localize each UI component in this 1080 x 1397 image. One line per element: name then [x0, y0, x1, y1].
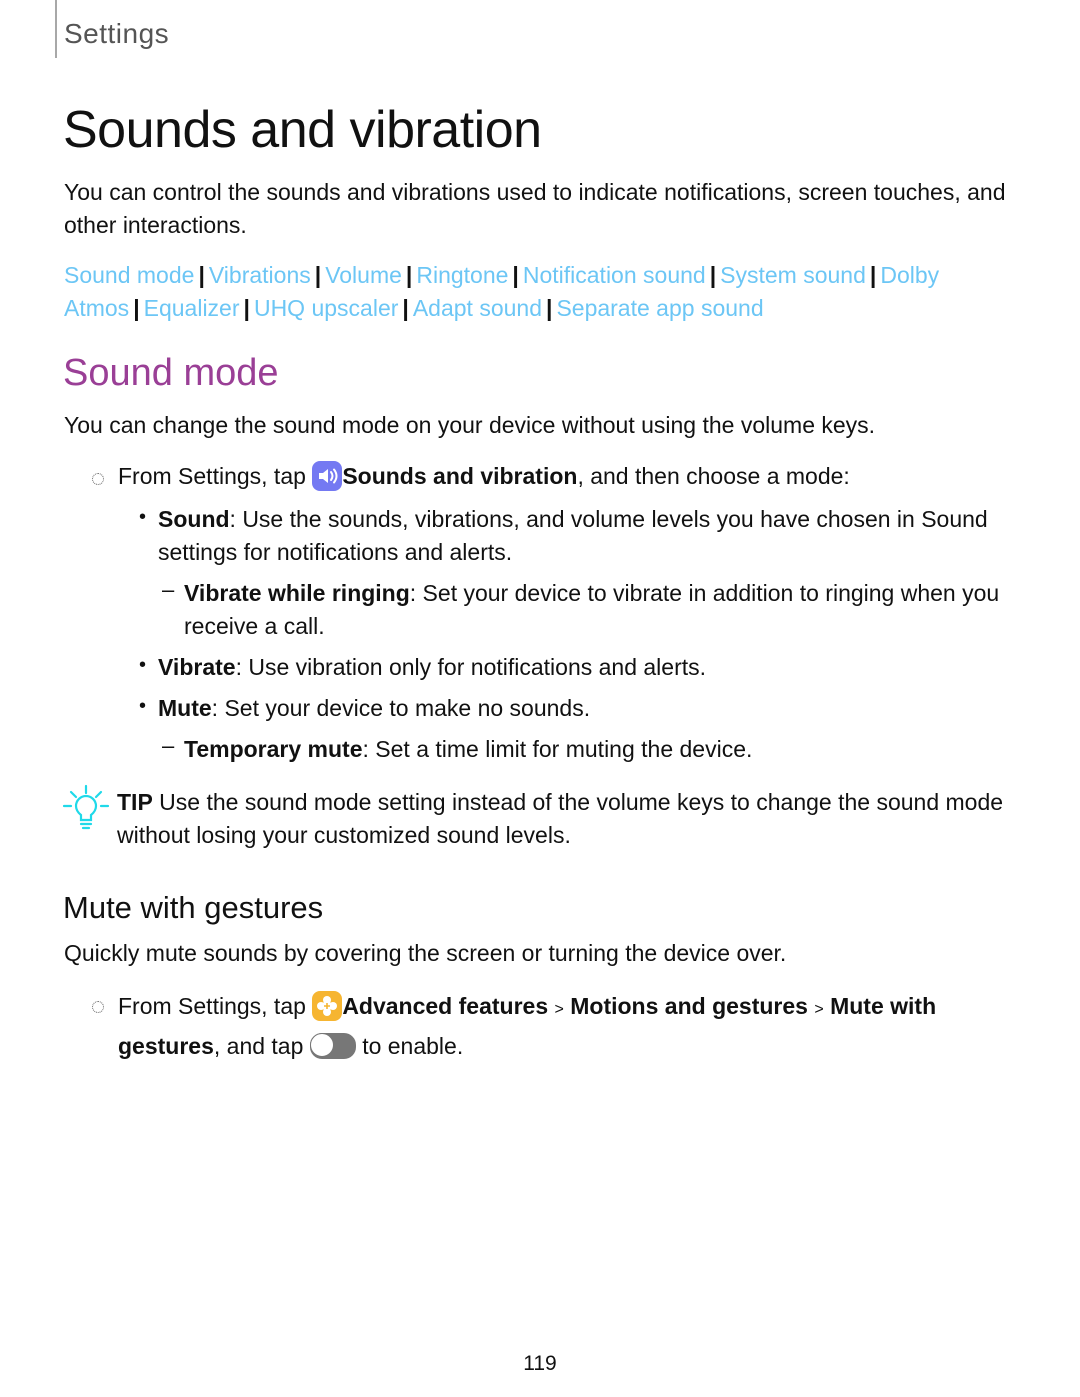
link-volume[interactable]: Volume [325, 262, 402, 288]
section-title-sound-mode: Sound mode [63, 352, 279, 394]
link-uhq-upscaler[interactable]: UHQ upscaler [254, 295, 398, 321]
tip-label: TIP [117, 789, 153, 815]
advanced-features-icon [312, 991, 343, 1021]
sound-mode-step: From Settings, tap Sounds and vibration,… [118, 460, 1018, 493]
tip-text: Use the sound mode setting instead of th… [117, 789, 1004, 848]
step-bullet-icon [92, 1001, 104, 1013]
link-separator: | [869, 262, 877, 288]
link-equalizer[interactable]: Equalizer [144, 295, 240, 321]
mode-text: : Set a time limit for muting the device… [362, 736, 753, 762]
toggle-switch-icon [309, 1033, 356, 1059]
link-separator: | [314, 262, 322, 288]
link-vibrations[interactable]: Vibrations [209, 262, 311, 288]
dash-bullet-icon: – [162, 577, 175, 602]
path-separator: > [814, 1001, 824, 1018]
bullet-icon: • [139, 695, 147, 717]
step-middle: , and tap [213, 1033, 304, 1059]
mode-item-sound: Sound: Use the sounds, vibrations, and v… [158, 503, 988, 569]
step-suffix: to enable. [362, 1033, 464, 1059]
step-prefix: From Settings, tap [118, 993, 306, 1019]
sounds-and-vibration-icon [312, 461, 343, 491]
link-separator: | [405, 262, 413, 288]
link-notification-sound[interactable]: Notification sound [523, 262, 706, 288]
link-separator: | [512, 262, 519, 288]
topic-links: Sound mode | Vibrations | Volume | Ringtone | No… [64, 259, 1024, 325]
toggle-knob [309, 1033, 334, 1057]
path-step-advanced-features: Advanced features [342, 993, 549, 1019]
step-bullet-icon [92, 473, 104, 485]
mode-name: Vibrate [158, 654, 236, 680]
link-system-sound[interactable]: System sound [720, 262, 866, 288]
mode-name: Temporary mute [184, 736, 363, 762]
mode-name: Sound [158, 506, 230, 532]
link-separate-app-sound[interactable]: Separate app sound [556, 295, 763, 321]
link-separator: | [402, 295, 409, 321]
page-title: Sounds and vibration [63, 101, 542, 159]
page-number: 119 [523, 1352, 557, 1375]
link-separator: | [198, 262, 205, 288]
lightbulb-icon [62, 784, 110, 830]
header-divider [55, 0, 57, 58]
link-ringtone[interactable]: Ringtone [416, 262, 508, 288]
link-adapt-sound[interactable]: Adapt sound [413, 295, 542, 321]
mode-item-temporary-mute: Temporary mute: Set a time limit for mut… [184, 733, 1014, 766]
link-separator: | [709, 262, 717, 288]
step-target: Sounds and vibration [342, 463, 578, 489]
mode-text: : Use the sounds, vibrations, and volume… [158, 506, 988, 565]
mode-text: : Use vibration only for notifications a… [235, 654, 707, 680]
mode-name: Vibrate while ringing [184, 580, 410, 606]
dash-bullet-icon: – [162, 733, 175, 758]
section-title-mute-with-gestures: Mute with gestures [63, 890, 324, 925]
mode-text: : Set your device to make no sounds. [211, 695, 591, 721]
mode-item-vibrate: Vibrate: Use vibration only for notifica… [158, 651, 1008, 684]
mute-gestures-description: Quickly mute sounds by covering the scre… [64, 940, 787, 966]
mode-name: Mute [158, 695, 212, 721]
link-separator: | [546, 295, 553, 321]
bullet-icon: • [139, 506, 147, 528]
link-separator: | [243, 295, 250, 321]
bullet-icon: • [139, 654, 147, 676]
link-separator: | [133, 295, 140, 321]
tip-box: TIP Use the sound mode setting instead o… [117, 786, 1017, 852]
sound-mode-description: You can change the sound mode on your de… [64, 412, 876, 438]
intro-paragraph: You can control the sounds and vibration… [64, 179, 1006, 238]
mode-item-vibrate-while-ringing: Vibrate while ringing: Set your device t… [184, 577, 1014, 643]
section-label: Settings [64, 18, 170, 49]
link-sound-mode[interactable]: Sound mode [64, 262, 194, 288]
step-prefix: From Settings, tap [118, 463, 306, 489]
mode-item-mute: Mute: Set your device to make no sounds. [158, 692, 1008, 725]
step-suffix: , and then choose a mode: [577, 463, 850, 489]
mute-gestures-step: From Settings, tap Advanced features > M… [118, 988, 998, 1065]
path-separator: > [554, 1001, 564, 1018]
path-step-motions-and-gestures: Motions and gestures [570, 993, 808, 1019]
